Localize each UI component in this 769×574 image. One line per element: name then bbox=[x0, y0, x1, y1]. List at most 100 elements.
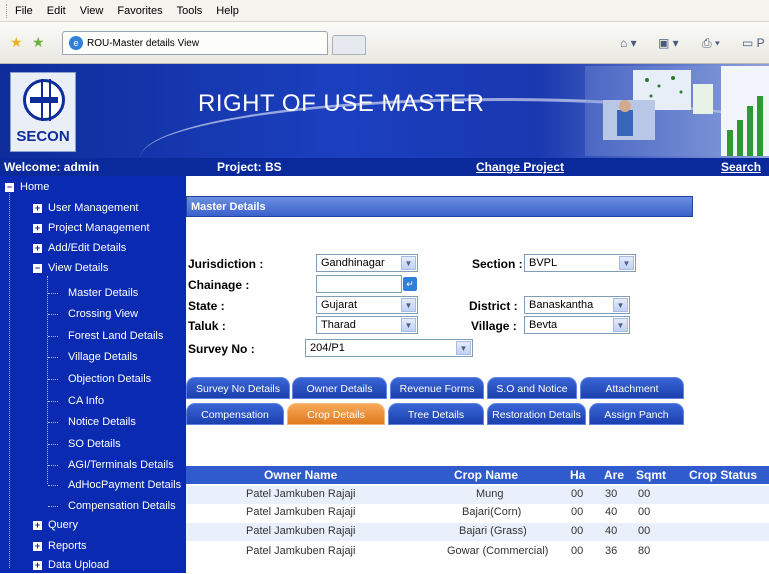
menu-tools[interactable]: Tools bbox=[177, 5, 203, 17]
col-are: Are bbox=[604, 468, 625, 482]
sidebar-subitem-forest-land-details[interactable]: Forest Land Details bbox=[68, 327, 163, 345]
sidebar-item-data-upload[interactable]: + Data Upload bbox=[33, 556, 109, 574]
chevron-down-icon[interactable]: ▼ bbox=[401, 298, 416, 312]
table-row: Patel Jamkuben Rajaji Gowar (Commercial)… bbox=[186, 543, 769, 561]
ie-page-icon: e bbox=[69, 36, 83, 50]
sidebar-subitem-agi-terminals-details[interactable]: AGI/Terminals Details bbox=[68, 456, 174, 474]
cell-owner-name: Patel Jamkuben Rajaji bbox=[246, 506, 356, 518]
sidebar-subitem-crossing-view[interactable]: Crossing View bbox=[68, 305, 138, 323]
cell-are: 40 bbox=[605, 525, 618, 537]
chevron-down-icon[interactable]: ▼ bbox=[613, 318, 628, 332]
cell-owner-name: Patel Jamkuben Rajaji bbox=[246, 525, 356, 537]
project-text: Project: BS bbox=[217, 160, 282, 174]
sidebar-subitem-compensation-details[interactable]: Compensation Details bbox=[68, 497, 176, 515]
sidebar-subitem-ca-info[interactable]: CA Info bbox=[68, 392, 104, 410]
sidebar-item-reports[interactable]: + Reports bbox=[33, 537, 87, 555]
tab-attachment[interactable]: Attachment bbox=[580, 377, 684, 399]
cell-sqmt: 00 bbox=[638, 525, 651, 537]
sidebar-tree: − Home + User Management + Project Manag… bbox=[0, 176, 186, 573]
feeds-icon[interactable]: ▣ ▾ bbox=[658, 36, 679, 50]
menu-file[interactable]: File bbox=[15, 5, 33, 17]
taluk-select[interactable]: Tharad ▼ bbox=[316, 316, 418, 334]
chevron-down-icon[interactable]: ▼ bbox=[401, 318, 416, 332]
village-label: Village : bbox=[471, 319, 517, 333]
taluk-label: Taluk : bbox=[188, 319, 226, 333]
sidebar-item-add-edit-details[interactable]: + Add/Edit Details bbox=[33, 239, 126, 257]
collapse-icon[interactable]: − bbox=[5, 182, 14, 192]
cell-are: 40 bbox=[605, 506, 618, 518]
logo-text: SECON bbox=[16, 128, 70, 145]
expand-icon[interactable]: + bbox=[33, 520, 42, 530]
sidebar-subitem-adhocpayment-details[interactable]: AdHocPayment Details bbox=[68, 476, 181, 494]
sidebar-subitem-master-details[interactable]: Master Details bbox=[68, 284, 138, 302]
sidebar-subitem-notice-details[interactable]: Notice Details bbox=[68, 413, 136, 431]
survey-no-value: 204/P1 bbox=[310, 342, 345, 354]
favorites-star-icon[interactable]: ★ bbox=[10, 34, 23, 51]
sidebar-item-label: Reports bbox=[48, 540, 87, 552]
expand-icon[interactable]: + bbox=[33, 560, 42, 570]
menu-favorites[interactable]: Favorites bbox=[117, 5, 162, 17]
survey-no-select[interactable]: 204/P1 ▼ bbox=[305, 339, 473, 357]
sidebar-item-home[interactable]: − Home bbox=[5, 178, 49, 196]
tab-so-and-notice[interactable]: S.O and Notice bbox=[487, 377, 577, 399]
jurisdiction-label: Jurisdiction : bbox=[188, 257, 264, 271]
expand-icon[interactable]: + bbox=[33, 223, 42, 233]
cell-ha: 00 bbox=[571, 545, 584, 557]
tab-restoration-details[interactable]: Restoration Details bbox=[487, 403, 586, 425]
print-icon[interactable]: ⎙ ▾ bbox=[702, 36, 720, 51]
tab-tree-details[interactable]: Tree Details bbox=[388, 403, 484, 425]
collapse-icon[interactable]: − bbox=[33, 263, 42, 273]
secon-logo: SECON bbox=[10, 72, 76, 152]
tree-branch bbox=[48, 336, 58, 337]
add-favorites-icon[interactable]: ★ bbox=[32, 34, 45, 51]
tree-branch bbox=[48, 401, 58, 402]
sidebar-item-query[interactable]: + Query bbox=[33, 516, 78, 534]
chevron-down-icon[interactable]: ▼ bbox=[401, 256, 416, 270]
taluk-value: Tharad bbox=[321, 319, 356, 331]
menu-edit[interactable]: Edit bbox=[47, 5, 66, 17]
chevron-down-icon[interactable]: ▼ bbox=[456, 341, 471, 355]
district-select[interactable]: Banaskantha ▼ bbox=[524, 296, 630, 314]
section-select[interactable]: BVPL ▼ bbox=[524, 254, 636, 272]
home-icon[interactable]: ⌂ ▾ bbox=[620, 36, 637, 50]
tab-survey-no-details[interactable]: Survey No Details bbox=[186, 377, 290, 399]
tree-branch bbox=[48, 485, 58, 486]
browser-tab-active[interactable]: e ROU-Master details View bbox=[62, 31, 328, 55]
crop-table-header: Owner Name Crop Name Ha Are Sqmt Crop St… bbox=[186, 466, 769, 484]
page-icon[interactable]: ▭ P bbox=[742, 36, 765, 50]
tab-revenue-forms[interactable]: Revenue Forms bbox=[390, 377, 484, 399]
new-tab-button[interactable] bbox=[332, 35, 366, 55]
menu-help[interactable]: Help bbox=[216, 5, 239, 17]
sidebar-item-label: Data Upload bbox=[48, 559, 110, 571]
expand-icon[interactable]: + bbox=[33, 243, 42, 253]
tab-crop-details[interactable]: Crop Details bbox=[287, 403, 385, 425]
chainage-go-icon[interactable]: ↵ bbox=[403, 277, 417, 291]
section-label: Section : bbox=[472, 257, 523, 271]
state-select[interactable]: Gujarat ▼ bbox=[316, 296, 418, 314]
village-select[interactable]: Bevta ▼ bbox=[524, 316, 630, 334]
change-project-link[interactable]: Change Project bbox=[476, 160, 564, 174]
search-link[interactable]: Search bbox=[721, 160, 761, 174]
chevron-down-icon[interactable]: ▼ bbox=[613, 298, 628, 312]
tab-compensation[interactable]: Compensation bbox=[186, 403, 284, 425]
jurisdiction-select[interactable]: Gandhinagar ▼ bbox=[316, 254, 418, 272]
chainage-input[interactable] bbox=[316, 275, 402, 293]
sidebar-item-view-details[interactable]: − View Details bbox=[33, 259, 108, 277]
tab-assign-panch[interactable]: Assign Panch bbox=[589, 403, 684, 425]
chevron-down-icon[interactable]: ▼ bbox=[619, 256, 634, 270]
tab-owner-details[interactable]: Owner Details bbox=[292, 377, 387, 399]
expand-icon[interactable]: + bbox=[33, 541, 42, 551]
cell-owner-name: Patel Jamkuben Rajaji bbox=[246, 545, 356, 557]
top-nav-strip: Welcome: admin Project: BS Change Projec… bbox=[0, 158, 769, 176]
tree-line-root bbox=[9, 188, 10, 568]
sidebar-item-user-management[interactable]: + User Management bbox=[33, 199, 139, 217]
sidebar-item-project-management[interactable]: + Project Management bbox=[33, 219, 150, 237]
sidebar-subitem-village-details[interactable]: Village Details bbox=[68, 348, 138, 366]
sidebar-item-label: Add/Edit Details bbox=[48, 242, 127, 254]
menu-view[interactable]: View bbox=[80, 5, 104, 17]
cell-sqmt: 00 bbox=[638, 488, 651, 500]
expand-icon[interactable]: + bbox=[33, 203, 42, 213]
sidebar-subitem-objection-details[interactable]: Objection Details bbox=[68, 370, 151, 388]
cell-ha: 00 bbox=[571, 525, 584, 537]
sidebar-subitem-so-details[interactable]: SO Details bbox=[68, 435, 121, 453]
